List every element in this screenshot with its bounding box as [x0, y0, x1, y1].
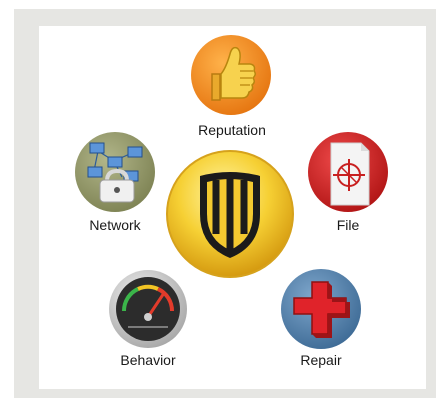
center-shield — [164, 148, 296, 280]
reputation-label: Reputation — [198, 122, 266, 138]
network-lock-icon — [75, 132, 155, 212]
red-cross-icon — [281, 269, 361, 349]
repair-node — [280, 268, 362, 350]
file-node — [307, 131, 389, 213]
gauge-icon — [109, 270, 187, 348]
file-label: File — [336, 217, 360, 233]
thumbs-up-icon — [191, 35, 271, 115]
shield-icon — [166, 150, 294, 278]
document-target-icon — [308, 132, 388, 212]
network-node — [74, 131, 156, 213]
behavior-label: Behavior — [120, 352, 176, 368]
behavior-node — [108, 269, 188, 349]
reputation-node — [190, 34, 272, 116]
network-label: Network — [89, 217, 141, 233]
repair-label: Repair — [300, 352, 342, 368]
